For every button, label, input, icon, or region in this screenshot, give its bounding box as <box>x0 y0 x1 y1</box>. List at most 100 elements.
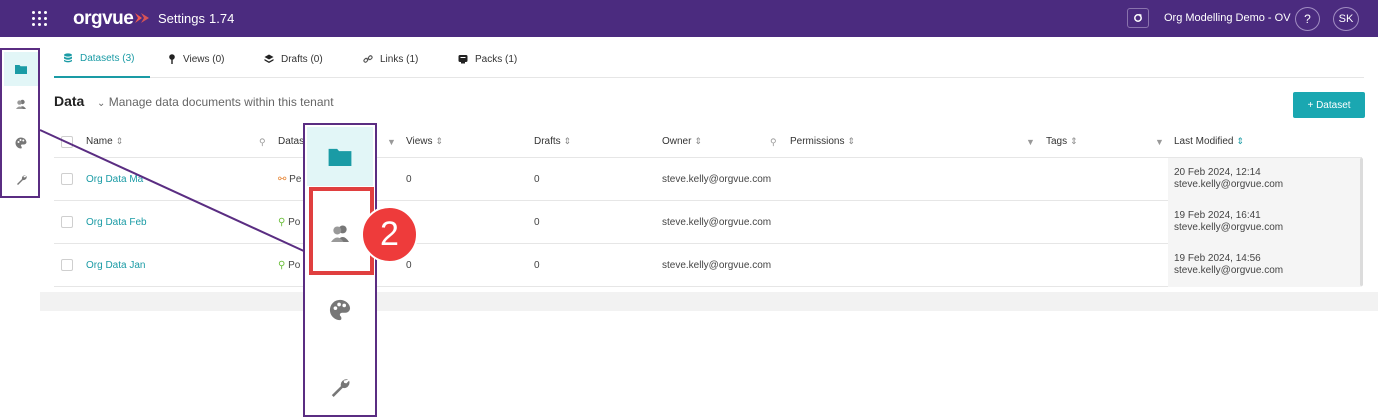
column-owner-label: Owner <box>662 136 692 147</box>
tab-drafts-label: Drafts (0) <box>281 53 323 65</box>
drafts-count: 0 <box>534 217 540 228</box>
column-tags-label: Tags <box>1046 136 1068 147</box>
views-count: 0 <box>406 174 412 185</box>
tab-datasets[interactable]: Datasets (3) <box>54 40 150 78</box>
modified-by: steve.kelly@orgvue.com <box>1174 222 1284 233</box>
add-dataset-button[interactable]: + Dataset <box>1293 92 1365 118</box>
drafts-count: 0 <box>534 260 540 271</box>
dataset-name-link[interactable]: Org Data Feb <box>86 217 147 228</box>
owner-email: steve.kelly@orgvue.com <box>662 217 772 228</box>
search-icon[interactable]: ⚲ <box>770 137 777 148</box>
tab-links[interactable]: Links (1) <box>363 40 418 78</box>
tenant-selector[interactable]: Org Modelling Demo - OV <box>1164 12 1291 24</box>
refresh-icon <box>1134 13 1142 22</box>
zoomed-item-themes <box>307 280 373 340</box>
table-scrollbar[interactable] <box>1360 158 1363 286</box>
tab-packs[interactable]: Packs (1) <box>458 40 517 78</box>
palette-icon <box>329 299 351 321</box>
drafts-count: 0 <box>534 174 540 185</box>
layers-icon <box>264 54 274 63</box>
column-header-last-modified[interactable]: Last Modified ⇕ <box>1174 136 1244 147</box>
position-icon: ⚲ <box>278 260 286 271</box>
filter-icon[interactable]: ▼ <box>1155 137 1164 147</box>
dataset-name-link[interactable]: Org Data Jan <box>86 260 145 271</box>
tab-links-label: Links (1) <box>380 53 419 65</box>
sort-icon: ⇕ <box>435 136 444 146</box>
column-permissions-label: Permissions <box>790 136 845 147</box>
row-checkbox[interactable] <box>61 259 73 271</box>
sidebar-item-data[interactable] <box>4 52 38 86</box>
dataset-type: ⚲ Po <box>278 217 300 228</box>
section-subtitle-text: Manage data documents within this tenant <box>108 95 334 109</box>
app-launcher-icon[interactable] <box>32 11 48 27</box>
chevron-down-icon: ⌄ <box>97 98 106 109</box>
dataset-type-label: Po <box>288 260 301 271</box>
palette-icon <box>15 137 27 149</box>
link-icon <box>363 55 373 63</box>
zoomed-item-tools <box>307 357 373 417</box>
modified-by: steve.kelly@orgvue.com <box>1174 265 1284 276</box>
table-row[interactable]: Org Data Feb ⚲ Po 0 steve.kelly@orgvue.c… <box>54 201 1362 244</box>
table-row[interactable]: Org Data Ma ⚯ Pe 0 0 steve.kelly@orgvue.… <box>54 158 1362 201</box>
tab-drafts[interactable]: Drafts (0) <box>264 40 323 78</box>
person-icon: ⚯ <box>278 174 287 185</box>
folder-icon <box>328 148 352 166</box>
column-header-owner[interactable]: Owner ⇕ <box>662 136 702 147</box>
row-checkbox[interactable] <box>61 173 73 185</box>
column-header-views[interactable]: Views ⇕ <box>406 136 443 147</box>
user-avatar[interactable]: SK <box>1333 7 1359 31</box>
dataset-name-link[interactable]: Org Data Ma <box>86 174 143 185</box>
app-version: 1.74 <box>209 11 235 26</box>
position-icon: ⚲ <box>278 217 286 228</box>
dataset-type: ⚲ Po <box>278 260 300 271</box>
table-row[interactable]: Org Data Jan ⚲ Po 0 0 steve.kelly@orgvue… <box>54 244 1362 287</box>
column-header-permissions[interactable]: Permissions ⇕ <box>790 136 855 147</box>
column-header-name[interactable]: Name ⇕ <box>86 136 123 147</box>
tab-datasets-label: Datasets (3) <box>80 52 135 64</box>
column-header-dataset-type[interactable]: Datas <box>278 136 304 147</box>
sort-icon: ⇕ <box>115 136 124 146</box>
modified-date: 19 Feb 2024, 14:56 <box>1174 253 1261 264</box>
row-checkbox[interactable] <box>61 216 73 228</box>
modified-date: 20 Feb 2024, 12:14 <box>1174 167 1261 178</box>
section-subtitle[interactable]: ⌄ Manage data documents within this tena… <box>97 95 334 109</box>
column-views-label: Views <box>406 136 433 147</box>
pack-icon <box>458 55 468 64</box>
section-title: Data <box>54 93 85 109</box>
sidebar <box>0 48 40 198</box>
step-number-badge: 2 <box>361 206 418 263</box>
app-name: Settings <box>158 11 205 26</box>
sort-icon: ⇕ <box>694 136 702 146</box>
modified-date: 19 Feb 2024, 16:41 <box>1174 210 1261 221</box>
users-icon <box>16 99 26 109</box>
help-button[interactable]: ? <box>1295 7 1320 31</box>
sidebar-item-themes[interactable] <box>4 126 38 160</box>
tab-views-label: Views (0) <box>183 53 225 65</box>
views-count: 0 <box>406 260 412 271</box>
logo-mark-icon <box>135 13 149 23</box>
column-header-drafts[interactable]: Drafts ⇕ <box>534 136 571 147</box>
sidebar-item-users[interactable] <box>4 87 38 121</box>
column-header-tags[interactable]: Tags ⇕ <box>1046 136 1078 147</box>
filter-icon[interactable]: ▼ <box>387 137 396 147</box>
wrench-icon <box>331 379 350 397</box>
filter-icon[interactable]: ▼ <box>1026 137 1035 147</box>
dataset-type-label: Po <box>288 217 301 228</box>
wrench-icon <box>16 174 27 185</box>
owner-email: steve.kelly@orgvue.com <box>662 174 772 185</box>
sort-icon: ⇕ <box>563 136 572 146</box>
tab-views[interactable]: Views (0) <box>168 40 225 78</box>
sidebar-item-tools[interactable] <box>4 162 38 196</box>
modified-by: steve.kelly@orgvue.com <box>1174 179 1284 190</box>
search-icon[interactable]: ⚲ <box>259 137 266 148</box>
column-last-modified-label: Last Modified <box>1174 136 1234 147</box>
owner-email: steve.kelly@orgvue.com <box>662 260 772 271</box>
sort-icon: ⇕ <box>1236 136 1245 146</box>
tab-packs-label: Packs (1) <box>475 53 518 65</box>
sort-icon: ⇕ <box>1070 136 1078 146</box>
refresh-button[interactable] <box>1127 8 1149 28</box>
select-all-checkbox[interactable] <box>61 136 73 148</box>
dataset-type: ⚯ Pe <box>278 174 301 185</box>
logo[interactable]: orgvue <box>73 8 134 30</box>
dataset-type-label: Pe <box>289 174 302 185</box>
